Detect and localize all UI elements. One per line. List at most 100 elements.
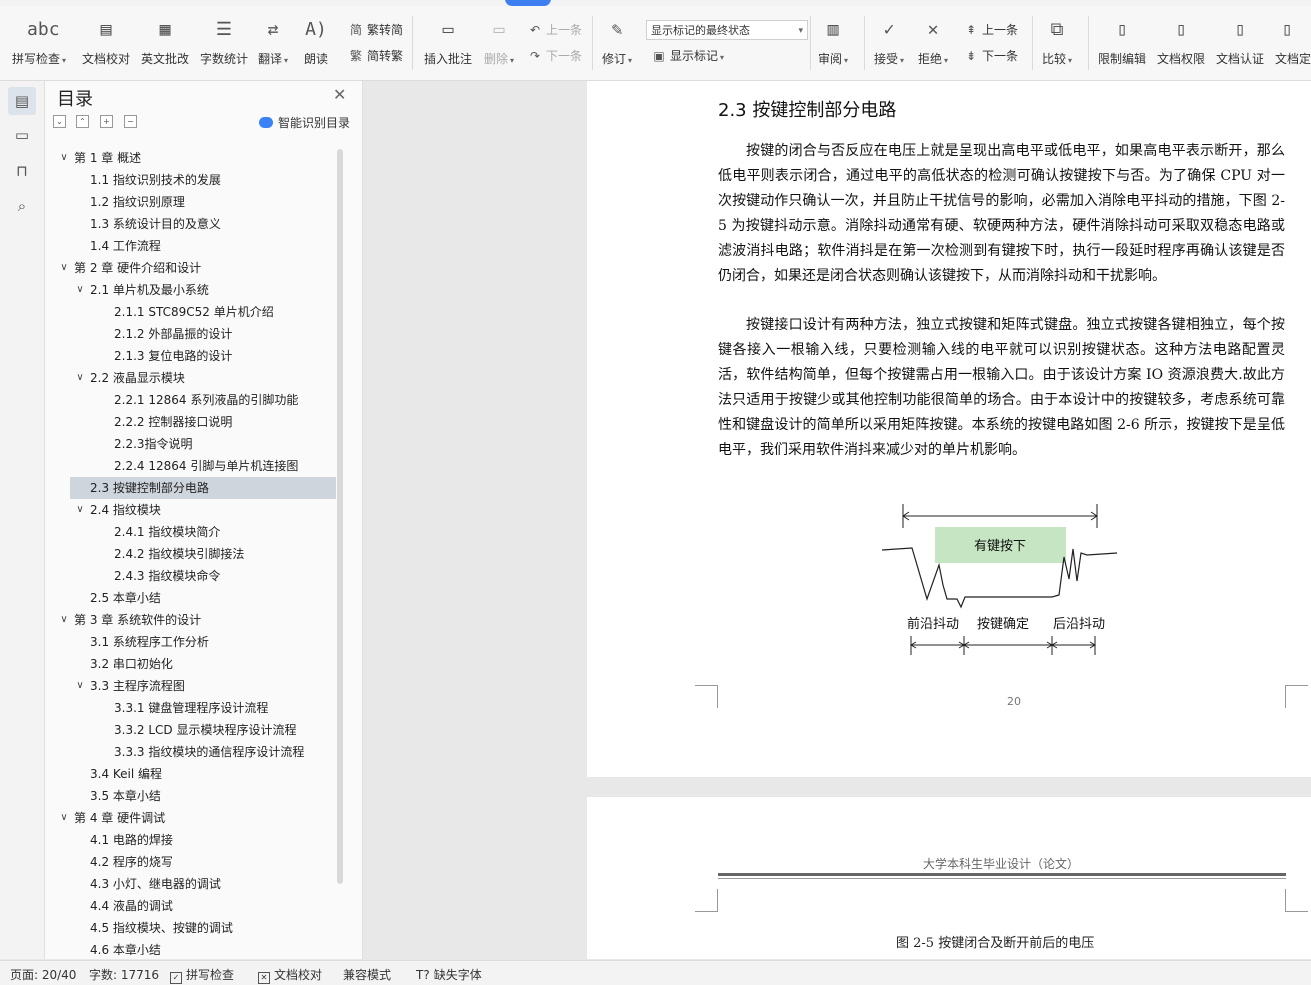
toc-panel-icon[interactable]: ▤: [8, 87, 36, 115]
doc-certify-button[interactable]: ▯ 文档认证: [1216, 10, 1264, 72]
key-bounce-diagram: 有键按下 前沿抖动 按键确定 后沿抖动: [881, 504, 1118, 655]
toc-item[interactable]: 4.1 电路的焊接: [50, 829, 336, 851]
doc-proof-button[interactable]: ▤ 文档校对: [82, 10, 130, 72]
word-count-button[interactable]: ☰ 字数统计: [200, 10, 248, 72]
toc-item[interactable]: ∨ 2.1 单片机及最小系统: [50, 279, 336, 301]
toc-item[interactable]: 1.3 系统设计目的及意义: [50, 213, 336, 235]
remove-level-icon[interactable]: −: [124, 115, 137, 128]
toc-item[interactable]: 2.4.1 指纹模块简介: [50, 521, 336, 543]
bookmark-icon[interactable]: ⊓: [8, 157, 36, 185]
toc-item[interactable]: 3.1 系统程序工作分析: [50, 631, 336, 653]
page-indicator[interactable]: 页面: 20/40: [10, 966, 76, 983]
english-correct-button[interactable]: ▦ 英文批改: [141, 10, 189, 72]
lock-icon: ▯: [1116, 19, 1128, 40]
prev-comment-button[interactable]: ↶ 上一条: [527, 20, 582, 40]
track-changes-button[interactable]: ✎ 修订: [602, 10, 632, 72]
toc-item[interactable]: 2.5 本章小结: [50, 587, 336, 609]
chevron-down-icon[interactable]: ∨: [74, 367, 86, 389]
toc-item[interactable]: 2.1.3 复位电路的设计: [50, 345, 336, 367]
translate-button[interactable]: ⇄ 翻译: [258, 10, 288, 72]
toc-item[interactable]: 4.3 小灯、继电器的调试: [50, 873, 336, 895]
toc-item[interactable]: 1.2 指纹识别原理: [50, 191, 336, 213]
missing-fonts-button[interactable]: T? 缺失字体: [416, 966, 482, 983]
toc-item-label: 3.3 主程序流程图: [90, 679, 185, 693]
toc-item[interactable]: 2.1.1 STC89C52 单片机介绍: [50, 301, 336, 323]
toc-item[interactable]: 3.3.3 指纹模块的通信程序设计流程: [50, 741, 336, 763]
chevron-down-icon[interactable]: ∨: [58, 257, 70, 279]
status-spell-check[interactable]: ✓ 拼写检查: [170, 966, 234, 984]
toc-item[interactable]: 2.2.1 12864 系列液晶的引脚功能: [50, 389, 336, 411]
toc-item[interactable]: 4.5 指纹模块、按键的调试: [50, 917, 336, 939]
toc-item[interactable]: ∨ 3.3 主程序流程图: [50, 675, 336, 697]
toc-item[interactable]: 2.4.2 指纹模块引脚接法: [50, 543, 336, 565]
search-icon[interactable]: ⌕: [8, 192, 36, 220]
toc-item[interactable]: 2.2.4 12864 引脚与单片机连接图: [50, 455, 336, 477]
chevron-down-icon[interactable]: ∨: [58, 147, 70, 169]
word-count-indicator[interactable]: 字数: 17716: [89, 966, 159, 983]
doc-finalize-button[interactable]: ▯ 文档定: [1275, 10, 1311, 72]
toc-item[interactable]: ∨ 第 1 章 概述: [50, 147, 336, 169]
toc-item[interactable]: ∨ 第 3 章 系统软件的设计: [50, 609, 336, 631]
smart-toc-icon: [259, 117, 273, 128]
toc-item[interactable]: 4.2 程序的烧写: [50, 851, 336, 873]
simp-to-trad-button[interactable]: 繁简转繁: [348, 46, 403, 66]
prev-change-button[interactable]: ⇞ 上一条: [963, 20, 1018, 40]
toc-item-label: 2.2.1 12864 系列液晶的引脚功能: [114, 393, 299, 407]
toc-item[interactable]: 3.5 本章小结: [50, 785, 336, 807]
toc-item[interactable]: ∨ 第 4 章 硬件调试: [50, 807, 336, 829]
insert-comment-button[interactable]: ▭ 插入批注: [424, 10, 472, 72]
toc-item[interactable]: 1.4 工作流程: [50, 235, 336, 257]
toc-scrollbar[interactable]: [337, 149, 343, 884]
chapter-nav-icon[interactable]: ▭: [8, 121, 36, 149]
read-aloud-button[interactable]: A) 朗读: [304, 10, 328, 72]
doc-permission-button[interactable]: ▯ 文档权限: [1157, 10, 1205, 72]
read-aloud-icon: A): [305, 19, 327, 40]
ribbon-divider: [864, 16, 865, 70]
next-comment-button[interactable]: ↷ 下一条: [527, 46, 582, 66]
toc-item[interactable]: ∨ 2.4 指纹模块: [50, 499, 336, 521]
toc-item[interactable]: 3.4 Keil 编程: [50, 763, 336, 785]
reject-button[interactable]: ✕ 拒绝: [918, 10, 948, 72]
toc-item[interactable]: 4.6 本章小结: [50, 939, 336, 955]
status-doc-proof[interactable]: ✕ 文档校对: [258, 966, 322, 984]
markup-state-select[interactable]: 显示标记的最终状态: [646, 20, 808, 41]
delete-comment-button[interactable]: ▭ 删除: [484, 10, 514, 72]
next-change-button[interactable]: ⇟ 下一条: [963, 46, 1018, 66]
chevron-down-icon[interactable]: ∨: [58, 807, 70, 829]
chevron-down-icon[interactable]: ∨: [74, 675, 86, 697]
collapse-all-icon[interactable]: ⌄: [53, 115, 66, 128]
toc-item[interactable]: ∨ 第 2 章 硬件介绍和设计: [50, 257, 336, 279]
toc-item[interactable]: 3.2 串口初始化: [50, 653, 336, 675]
toc-item[interactable]: 4.4 液晶的调试: [50, 895, 336, 917]
toc-item-label: 第 1 章 概述: [74, 151, 142, 165]
toc-item[interactable]: 2.2.3指令说明: [50, 433, 336, 455]
document-area: 2.3 按键控制部分电路 按键的闭合与否反应在电压上就是呈现出高电平或低电平，如…: [363, 81, 1311, 959]
toc-item[interactable]: ∨ 2.2 液晶显示模块: [50, 367, 336, 389]
compare-button[interactable]: ⧉ 比较: [1042, 10, 1072, 72]
smart-toc-button[interactable]: 智能识别目录: [259, 114, 350, 131]
chevron-down-icon[interactable]: ∨: [74, 499, 86, 521]
expand-all-icon[interactable]: ⌃: [76, 115, 89, 128]
add-level-icon[interactable]: +: [100, 115, 113, 128]
toc-item[interactable]: 2.2.2 控制器接口说明: [50, 411, 336, 433]
close-icon[interactable]: ✕: [333, 85, 346, 104]
restrict-edit-button[interactable]: ▯ 限制编辑: [1098, 10, 1146, 72]
spell-check-button[interactable]: abc 拼写检查: [12, 10, 66, 72]
toc-item[interactable]: 2.4.3 指纹模块命令: [50, 565, 336, 587]
show-markup-button[interactable]: ▣ 显示标记: [651, 46, 724, 66]
toc-item[interactable]: 1.1 指纹识别技术的发展: [50, 169, 336, 191]
toc-item[interactable]: 3.3.1 键盘管理程序设计流程: [50, 697, 336, 719]
toc-item[interactable]: 2.3 按键控制部分电路: [70, 477, 336, 499]
trad-to-simp-button[interactable]: 简繁转简: [348, 20, 403, 40]
chevron-down-icon[interactable]: ∨: [74, 279, 86, 301]
toc-item-label: 2.1.2 外部晶振的设计: [114, 327, 233, 341]
toc-item-label: 3.4 Keil 编程: [90, 767, 163, 781]
next-change-icon: ⇟: [965, 49, 977, 63]
review-pane-button[interactable]: ▥ 审阅: [818, 10, 848, 72]
toc-item-label: 2.1.1 STC89C52 单片机介绍: [114, 305, 274, 319]
toc-item[interactable]: 3.3.2 LCD 显示模块程序设计流程: [50, 719, 336, 741]
accept-button[interactable]: ✓ 接受: [874, 10, 904, 72]
toc-item-label: 4.5 指纹模块、按键的调试: [90, 921, 233, 935]
chevron-down-icon[interactable]: ∨: [58, 609, 70, 631]
toc-item[interactable]: 2.1.2 外部晶振的设计: [50, 323, 336, 345]
